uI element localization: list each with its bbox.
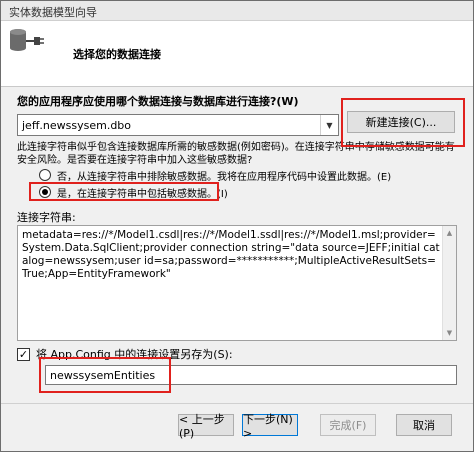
radio-include-sensitive[interactable]: 是，在连接字符串中包括敏感数据。(I)	[39, 184, 228, 200]
radio-label: 是，在连接字符串中包括敏感数据。(I)	[57, 188, 228, 200]
wizard-window: 实体数据模型向导 选择您的数据连接 您的应用程序应使用哪个数据连接与数据库进行连…	[0, 0, 474, 452]
save-connection-setting[interactable]: ✓ 将 App.Config 中的连接设置另存为(S):	[17, 346, 233, 362]
title-bar: 实体数据模型向导	[1, 1, 473, 21]
entity-name-input[interactable]: newssysemEntities	[45, 365, 457, 385]
scroll-up-icon[interactable]: ▲	[443, 226, 456, 240]
radio-exclude-sensitive[interactable]: 否，从连接字符串中排除敏感数据。我将在应用程序代码中设置此数据。(E)	[39, 167, 391, 183]
chevron-down-icon[interactable]: ▼	[320, 115, 338, 135]
entity-name-value: newssysemEntities	[50, 369, 156, 382]
connection-string-text: metadata=res://*/Model1.csdl|res://*/Mod…	[22, 229, 440, 280]
connection-string-label: 连接字符串:	[17, 211, 76, 224]
save-checkbox-label: 将 App.Config 中的连接设置另存为(S):	[36, 348, 233, 361]
radio-label: 否，从连接字符串中排除敏感数据。我将在应用程序代码中设置此数据。(E)	[57, 171, 392, 183]
connection-dropdown-value: jeff.newssysem.dbo	[22, 119, 132, 132]
scroll-down-icon[interactable]: ▼	[443, 326, 456, 340]
next-button[interactable]: 下一步(N) >	[242, 413, 298, 440]
wizard-header: 选择您的数据连接	[1, 21, 473, 87]
connection-string-box[interactable]: metadata=res://*/Model1.csdl|res://*/Mod…	[17, 225, 457, 341]
database-connection-icon	[10, 29, 44, 51]
connection-question: 您的应用程序应使用哪个数据连接与数据库进行连接?(W)	[17, 95, 299, 108]
save-checkbox[interactable]: ✓	[17, 347, 30, 361]
connection-dropdown[interactable]: jeff.newssysem.dbo ▼	[17, 114, 339, 136]
page-title: 选择您的数据连接	[73, 48, 161, 61]
radio-button[interactable]	[39, 186, 51, 198]
vertical-scrollbar[interactable]: ▲ ▼	[442, 226, 456, 340]
sensitive-data-description: 此连接字符串似乎包含连接数据库所需的敏感数据(例如密码)。在连接字符串中存储敏感…	[17, 142, 455, 166]
window-title: 实体数据模型向导	[9, 6, 97, 19]
finish-button[interactable]: 完成(F)	[320, 414, 376, 436]
cancel-button[interactable]: 取消	[396, 414, 452, 436]
divider	[1, 403, 473, 404]
radio-button[interactable]	[39, 169, 51, 181]
previous-button[interactable]: < 上一步(P)	[178, 413, 234, 440]
new-connection-button[interactable]: 新建连接(C)...	[347, 111, 455, 133]
